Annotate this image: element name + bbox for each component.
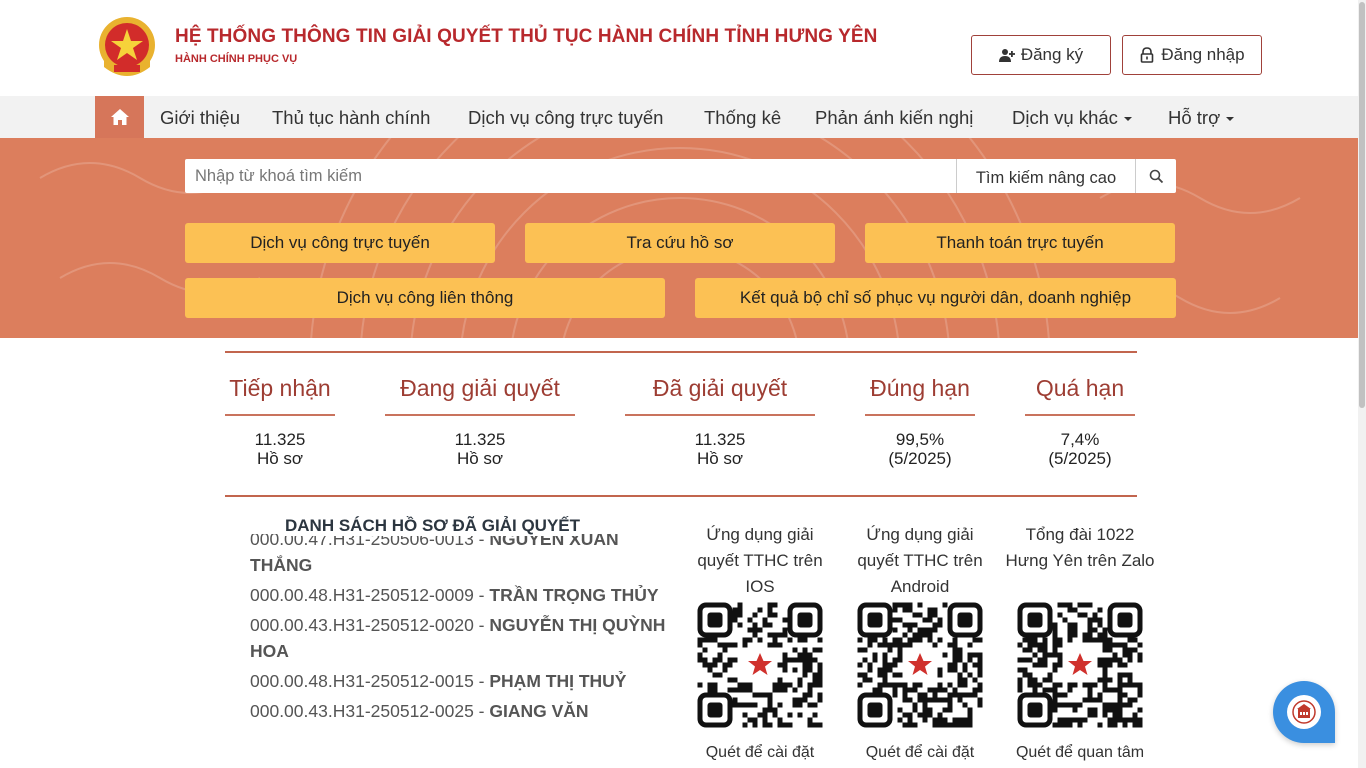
stat-label: Quá hạn (1025, 375, 1135, 416)
list-item[interactable]: 000.00.47.H31-250506-0013 - NGUYỄN XUÂN … (250, 534, 670, 578)
nav-item-gioi-thieu[interactable]: Giới thiệu (160, 96, 240, 138)
qr-caption: Ứng dụng giải quyết TTHC trên Android (857, 525, 983, 596)
list-item[interactable]: 000.00.48.H31-250512-0015 - PHẠM THỊ THU… (250, 668, 670, 694)
scrollbar-thumb[interactable] (1359, 2, 1365, 408)
register-label: Đăng ký (1020, 45, 1084, 64)
qr-ios: Ứng dụng giải quyết TTHC trên IOS Quét đ… (685, 522, 835, 762)
search-button[interactable] (1136, 159, 1176, 193)
advanced-search-button[interactable]: Tìm kiếm nâng cao (956, 159, 1136, 193)
qr-footer: Quét để cài đặt (865, 744, 975, 761)
nav-item-dich-vu-khac[interactable]: Dịch vụ khác (1012, 96, 1132, 138)
qr-zalo: Tổng đài 1022 Hưng Yên trên Zalo Quét để… (1005, 522, 1155, 762)
record-code: 000.00.48.H31-250512-0009 (250, 585, 474, 605)
nav-item-phan-anh[interactable]: Phản ánh kiến nghị (815, 96, 973, 138)
list-item[interactable]: 000.00.48.H31-250512-0009 - TRẦN TRỌNG T… (250, 582, 670, 608)
user-plus-icon (998, 49, 1015, 62)
search-input[interactable] (185, 159, 956, 193)
record-name: GIANG VĂN (489, 701, 589, 721)
main-nav: Giới thiệu Thủ tục hành chính Dịch vụ cô… (0, 96, 1358, 138)
lock-icon (1141, 47, 1154, 63)
login-label: Đăng nhập (1161, 45, 1245, 64)
site-title: HỆ THỐNG THÔNG TIN GIẢI QUYẾT THỦ TỤC HÀ… (175, 26, 878, 47)
stat-value: 99,5% (895, 430, 945, 449)
stat-unit: Hồ sơ (456, 449, 504, 468)
quick-link-lien-thong[interactable]: Dịch vụ công liên thông (185, 278, 665, 318)
stat-dang-giai-quyet: Đang giải quyết 11.325 Hồ sơ (385, 375, 575, 468)
stat-label: Đã giải quyết (625, 375, 815, 416)
stat-unit: Hồ sơ (696, 449, 744, 468)
qr-code-icon[interactable] (1015, 600, 1145, 730)
qr-android: Ứng dụng giải quyết TTHC trên Android Qu… (845, 522, 995, 762)
quick-link-bo-chi-so[interactable]: Kết quả bộ chỉ số phục vụ người dân, doa… (695, 278, 1176, 318)
nav-item-label: Hỗ trợ (1168, 107, 1221, 128)
caret-down-icon (1123, 117, 1132, 122)
qr-footer: Quét để quan tâm (1015, 744, 1145, 761)
quick-link-tra-cuu[interactable]: Tra cứu hồ sơ (525, 223, 835, 263)
record-code: 000.00.47.H31-250506-0013 (250, 534, 474, 549)
qr-caption: Ứng dụng giải quyết TTHC trên IOS (697, 525, 823, 596)
caret-down-icon (1226, 117, 1235, 122)
stat-value: 11.325 (454, 430, 506, 449)
search-bar: Tìm kiếm nâng cao (185, 159, 1176, 193)
qr-code-icon[interactable] (695, 600, 825, 730)
national-emblem-icon[interactable] (96, 15, 158, 79)
qr-code-icon[interactable] (855, 600, 985, 730)
chat-assistant-icon (1292, 700, 1316, 724)
stat-label: Tiếp nhận (225, 375, 335, 416)
stat-label: Đang giải quyết (385, 375, 575, 416)
stat-value: 11.325 (694, 430, 746, 449)
stat-da-giai-quyet: Đã giải quyết 11.325 Hồ sơ (625, 375, 815, 468)
stat-qua-han: Quá hạn 7,4% (5/2025) (1025, 375, 1135, 468)
page-scrollbar[interactable] (1358, 0, 1366, 768)
nav-item-dich-vu-cong[interactable]: Dịch vụ công trực tuyến (468, 96, 663, 138)
hero-banner: Tìm kiếm nâng cao Dịch vụ công trực tuyế… (0, 138, 1358, 338)
nav-home[interactable] (95, 96, 144, 138)
list-item[interactable]: 000.00.43.H31-250512-0025 - GIANG VĂN (250, 698, 670, 724)
stat-label: Đúng hạn (865, 375, 975, 416)
nav-item-label: Thống kê (704, 107, 782, 128)
stat-unit: (5/2025) (888, 449, 952, 468)
record-code: 000.00.43.H31-250512-0020 (250, 615, 474, 635)
nav-item-thong-ke[interactable]: Thống kê (704, 96, 781, 138)
resolved-list[interactable]: 000.00.47.H31-250506-0013 - NGUYỄN XUÂN … (250, 534, 670, 768)
record-name: TRẦN TRỌNG THỦY (489, 585, 659, 605)
register-button[interactable]: Đăng ký (971, 35, 1111, 75)
record-code: 000.00.48.H31-250512-0015 (250, 671, 474, 691)
divider (225, 495, 1137, 497)
list-item[interactable]: 000.00.43.H31-250512-0020 - NGUYỄN THỊ Q… (250, 612, 670, 664)
divider (225, 351, 1137, 353)
login-button[interactable]: Đăng nhập (1122, 35, 1262, 75)
search-icon (1149, 169, 1163, 183)
qr-footer: Quét để cài đặt (705, 744, 815, 761)
record-code: 000.00.43.H31-250512-0025 (250, 701, 474, 721)
stat-unit: Hồ sơ (256, 449, 304, 468)
nav-item-label: Thủ tục hành chính (272, 107, 431, 128)
nav-item-thu-tuc[interactable]: Thủ tục hành chính (272, 96, 430, 138)
stat-dung-han: Đúng hạn 99,5% (5/2025) (865, 375, 975, 468)
nav-item-label: Dịch vụ công trực tuyến (468, 107, 664, 128)
main-content: Tiếp nhận 11.325 Hồ sơ Đang giải quyết 1… (0, 338, 1358, 768)
nav-item-label: Giới thiệu (160, 107, 240, 128)
stat-tiep-nhan: Tiếp nhận 11.325 Hồ sơ (225, 375, 335, 468)
site-header: HỆ THỐNG THÔNG TIN GIẢI QUYẾT THỦ TỤC HÀ… (0, 0, 1358, 96)
nav-item-label: Phản ánh kiến nghị (815, 107, 974, 128)
nav-item-label: Dịch vụ khác (1012, 107, 1118, 128)
stat-value: 7,4% (1060, 430, 1100, 449)
stat-unit: (5/2025) (1048, 449, 1112, 468)
site-subtitle: HÀNH CHÍNH PHỤC VỤ (175, 53, 298, 65)
qr-caption: Tổng đài 1022 Hưng Yên trên Zalo (1005, 525, 1155, 570)
nav-item-ho-tro[interactable]: Hỗ trợ (1168, 96, 1235, 138)
quick-link-thanh-toan[interactable]: Thanh toán trực tuyến (865, 223, 1175, 263)
chat-assistant-button[interactable] (1273, 681, 1335, 743)
home-icon (110, 109, 129, 125)
quick-link-dich-vu-cong[interactable]: Dịch vụ công trực tuyến (185, 223, 495, 263)
stat-value: 11.325 (254, 430, 306, 449)
record-name: PHẠM THỊ THUỶ (489, 671, 627, 691)
resolved-list-title: DANH SÁCH HỒ SƠ ĐÃ GIẢI QUYẾT (285, 516, 581, 536)
